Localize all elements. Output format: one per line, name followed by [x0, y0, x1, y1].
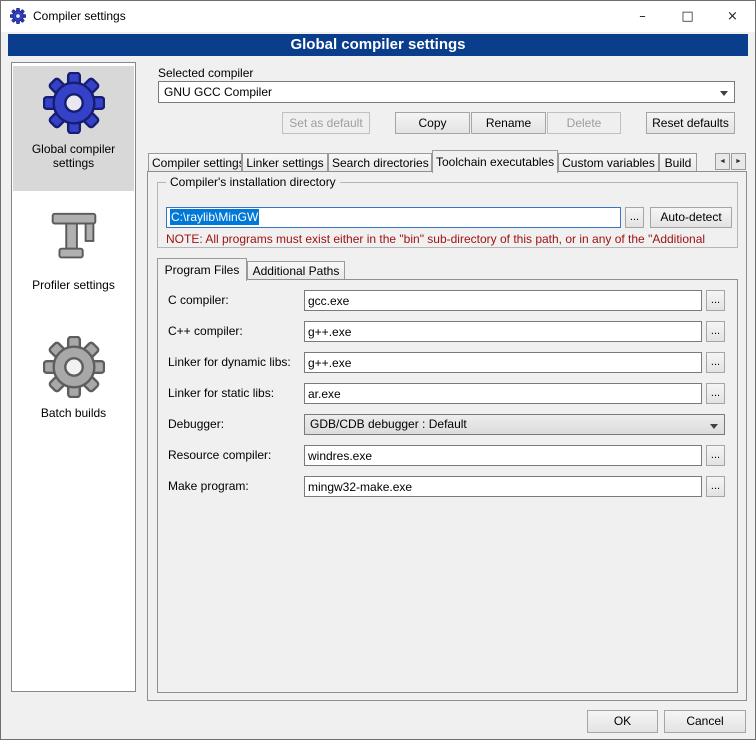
set-as-default-button[interactable]: Set as default	[282, 112, 370, 134]
batch-builds-gear-icon	[43, 336, 105, 398]
cpp-compiler-browse-button[interactable]: ...	[706, 321, 725, 342]
auto-detect-button[interactable]: Auto-detect	[650, 207, 732, 228]
dynamic-linker-label: Linker for dynamic libs:	[168, 352, 291, 373]
profiler-tool-icon	[43, 208, 105, 270]
debugger-value: GDB/CDB debugger : Default	[310, 417, 467, 431]
debugger-label: Debugger:	[168, 414, 224, 435]
selected-compiler-dropdown[interactable]: GNU GCC Compiler	[158, 81, 735, 103]
window-title: Compiler settings	[33, 1, 126, 32]
selected-compiler-value: GNU GCC Compiler	[164, 85, 272, 99]
sidebar-item-label: Global compiler settings	[18, 142, 130, 170]
static-linker-browse-button[interactable]: ...	[706, 383, 725, 404]
field-row: Linker for static libs: ...	[158, 383, 737, 404]
resource-compiler-input[interactable]	[304, 445, 702, 466]
sidebar-item-label: Profiler settings	[18, 278, 130, 292]
sidebar-item-label: Batch builds	[18, 406, 130, 420]
field-row: Resource compiler: ...	[158, 445, 737, 466]
sidebar-item-batch-builds[interactable]: Batch builds	[13, 330, 134, 430]
tab-compiler-settings[interactable]: Compiler settings	[148, 153, 242, 172]
installation-directory-input[interactable]: C:\raylib\MinGW	[166, 207, 621, 228]
c-compiler-browse-button[interactable]: ...	[706, 290, 725, 311]
static-linker-input[interactable]	[304, 383, 702, 404]
resource-compiler-browse-button[interactable]: ...	[706, 445, 725, 466]
c-compiler-label: C compiler:	[168, 290, 229, 311]
ok-button[interactable]: OK	[587, 710, 658, 733]
dynamic-linker-input[interactable]	[304, 352, 702, 373]
program-files-panel: C compiler: ... C++ compiler: ... Linker…	[157, 279, 738, 693]
field-row: C compiler: ...	[158, 290, 737, 311]
reset-defaults-button[interactable]: Reset defaults	[646, 112, 735, 134]
field-row: Debugger: GDB/CDB debugger : Default	[158, 414, 737, 435]
tab-build-options[interactable]: Build	[659, 153, 697, 172]
gear-icon	[43, 72, 105, 134]
window-controls: – □ ×	[620, 1, 755, 32]
titlebar: Compiler settings – □ ×	[1, 1, 755, 32]
compiler-settings-dialog: Compiler settings – □ × Global compiler …	[0, 0, 756, 740]
installation-directory-group: Compiler's installation directory C:\ray…	[157, 182, 738, 248]
program-tabstrip: Program Files Additional Paths	[157, 258, 345, 280]
make-program-label: Make program:	[168, 476, 249, 497]
debugger-dropdown[interactable]: GDB/CDB debugger : Default	[304, 414, 725, 435]
rename-button[interactable]: Rename	[471, 112, 546, 134]
delete-button[interactable]: Delete	[547, 112, 621, 134]
app-icon	[10, 8, 26, 24]
sidebar-item-profiler-settings[interactable]: Profiler settings	[13, 202, 134, 302]
dialog-header: Global compiler settings	[8, 34, 748, 56]
group-label: Compiler's installation directory	[166, 175, 340, 189]
tab-scroll-right-button[interactable]: ►	[731, 153, 746, 170]
tab-custom-variables[interactable]: Custom variables	[558, 153, 659, 172]
make-program-browse-button[interactable]: ...	[706, 476, 725, 497]
installation-directory-browse-button[interactable]: ...	[625, 207, 644, 228]
note-text: NOTE: All programs must exist either in …	[166, 232, 736, 246]
field-row: C++ compiler: ...	[158, 321, 737, 342]
selected-compiler-label: Selected compiler	[158, 66, 253, 80]
cpp-compiler-label: C++ compiler:	[168, 321, 243, 342]
tab-additional-paths[interactable]: Additional Paths	[247, 261, 345, 280]
chevron-down-icon	[720, 91, 728, 96]
minimize-button[interactable]: –	[620, 1, 665, 32]
cpp-compiler-input[interactable]	[304, 321, 702, 342]
maximize-button[interactable]: □	[665, 1, 710, 32]
sidebar-item-global-compiler-settings[interactable]: Global compiler settings	[13, 66, 134, 191]
resource-compiler-label: Resource compiler:	[168, 445, 271, 466]
field-row: Make program: ...	[158, 476, 737, 497]
category-list: Global compiler settings Profiler settin…	[11, 62, 136, 692]
tab-scroll-left-button[interactable]: ◄	[715, 153, 730, 170]
cancel-button[interactable]: Cancel	[664, 710, 746, 733]
settings-tabstrip: Compiler settings Linker settings Search…	[148, 150, 697, 172]
close-button[interactable]: ×	[710, 1, 755, 32]
tab-program-files[interactable]: Program Files	[157, 258, 247, 281]
field-row: Linker for dynamic libs: ...	[158, 352, 737, 373]
tab-toolchain-executables[interactable]: Toolchain executables	[432, 150, 558, 173]
make-program-input[interactable]	[304, 476, 702, 497]
chevron-down-icon	[710, 424, 718, 429]
dynamic-linker-browse-button[interactable]: ...	[706, 352, 725, 373]
c-compiler-input[interactable]	[304, 290, 702, 311]
tab-search-directories[interactable]: Search directories	[328, 153, 432, 172]
static-linker-label: Linker for static libs:	[168, 383, 274, 404]
copy-button[interactable]: Copy	[395, 112, 470, 134]
path-selected-text: C:\raylib\MinGW	[170, 209, 259, 225]
tab-linker-settings[interactable]: Linker settings	[242, 153, 328, 172]
